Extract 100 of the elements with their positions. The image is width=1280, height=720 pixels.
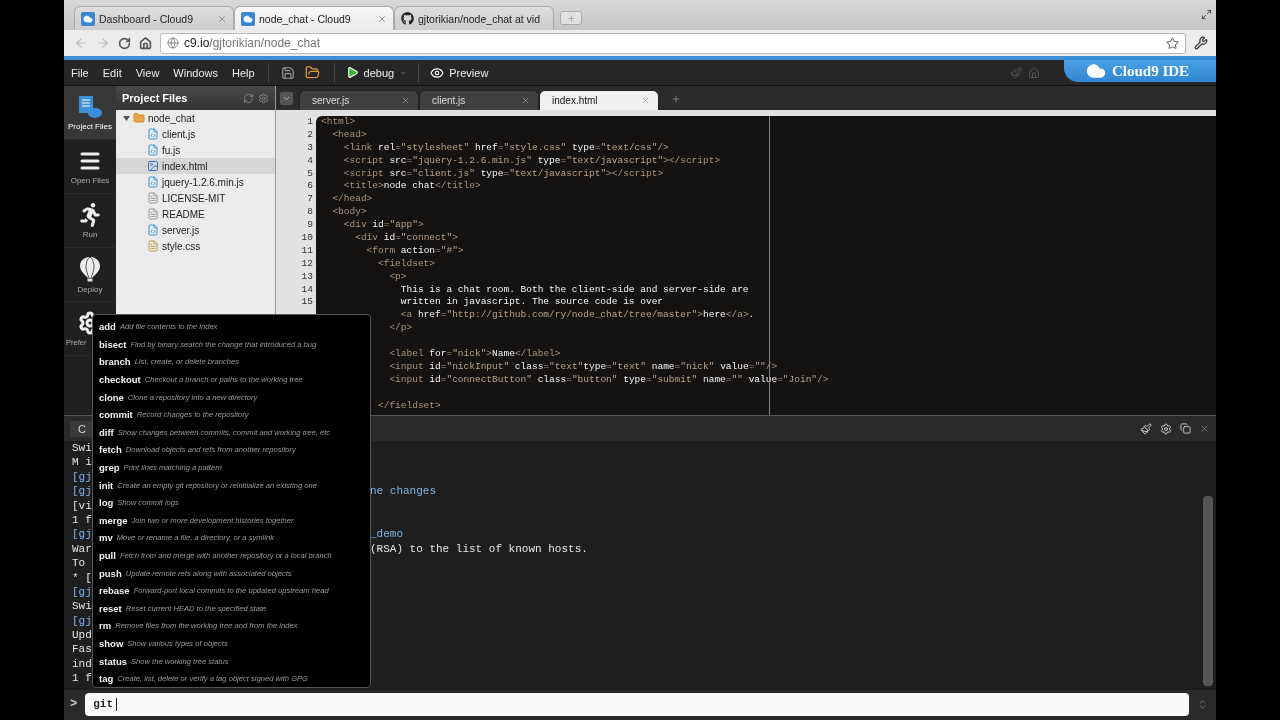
new-tab-button[interactable] <box>560 11 582 25</box>
tree-item[interactable]: index.html <box>116 158 275 174</box>
console-text: To <box>72 556 87 571</box>
expand-icon[interactable] <box>1197 698 1208 710</box>
code-line: This is a chat room. Both the client-side and server-side are <box>399 283 750 297</box>
code-line: <p> <box>388 270 408 284</box>
preview-button[interactable]: Preview <box>425 63 494 82</box>
code-file-icon <box>147 144 159 156</box>
console-text: [gj <box>72 484 92 499</box>
plus-icon <box>671 94 681 104</box>
sidebar-item[interactable]: Project Files <box>64 86 116 140</box>
window-icon[interactable] <box>1201 9 1212 20</box>
star-icon[interactable] <box>1166 36 1179 50</box>
folder-icon[interactable] <box>304 65 320 80</box>
console-text: ind <box>72 656 92 672</box>
close-icon[interactable] <box>401 96 410 105</box>
code-line: </head> <box>331 193 374 207</box>
caret-icon <box>282 94 291 103</box>
editor-tab[interactable]: index.html <box>539 90 659 110</box>
text-file-icon <box>147 192 159 204</box>
tree-item[interactable]: server.js <box>116 222 275 238</box>
cloud-icon <box>1086 61 1106 81</box>
browser-tab[interactable]: node_chat - Cloud9 <box>234 6 394 30</box>
tree-item[interactable]: style.css <box>116 238 275 254</box>
forward-icon[interactable] <box>96 36 110 50</box>
menu-item[interactable]: Windows <box>166 66 225 79</box>
scrollbar-thumb[interactable] <box>1203 496 1213 686</box>
line-number: 2 <box>307 128 313 142</box>
line-number: 10 <box>301 232 313 245</box>
globe-icon <box>167 37 179 49</box>
console-text: * [ <box>72 570 92 585</box>
menu-item[interactable]: Help <box>225 66 262 79</box>
menu-item[interactable]: View <box>128 66 167 79</box>
save-icon[interactable] <box>280 65 295 80</box>
wrench-icon[interactable] <box>1194 36 1208 50</box>
code-line: <link rel="stylesheet" href="style.css" type="text/css"/> <box>342 141 670 155</box>
brush-icon[interactable] <box>1140 422 1152 435</box>
line-number: 14 <box>301 283 313 297</box>
code-line: <title>node chat</title> <box>342 180 482 194</box>
close-icon[interactable] <box>217 13 227 24</box>
code-file-icon <box>147 224 159 236</box>
code-line: </p> <box>388 322 414 336</box>
code-line: <a href="http://github.com/ry/node_chat/tree/master">here</a>. <box>399 309 756 323</box>
line-number: 7 <box>307 193 313 207</box>
code-line: <script src="jquery-1.2.6.min.js" type="text/javascript"></script> <box>342 154 722 168</box>
tree-item[interactable]: README <box>116 206 275 222</box>
tree-item[interactable]: LICENSE-MIT <box>116 190 275 206</box>
console-text: Swi <box>72 599 92 614</box>
line-number: 3 <box>307 141 313 155</box>
console-text: (RSA) to the list of known hosts. <box>370 541 588 557</box>
editor-tab[interactable]: client.js <box>419 90 539 110</box>
debug-button[interactable]: debug <box>340 64 413 81</box>
restore-icon[interactable] <box>1180 423 1191 434</box>
tree-item[interactable]: jquery-1.2.6.min.js <box>116 174 275 190</box>
console-text: [gj <box>72 584 92 600</box>
menu-item[interactable]: Edit <box>95 66 129 79</box>
tree-item[interactable]: client.js <box>116 126 275 142</box>
console-tab[interactable]: C <box>70 420 94 437</box>
prompt-sign: > <box>70 697 78 711</box>
tree-item[interactable]: node_chat <box>116 110 275 126</box>
line-number: 6 <box>307 180 313 194</box>
code-line: <form action="#"> <box>365 244 465 258</box>
console-text: 1 f <box>72 512 92 528</box>
editor-tab[interactable]: server.js <box>299 90 419 110</box>
close-icon[interactable] <box>521 96 530 105</box>
html-file-icon <box>147 160 159 172</box>
address-field[interactable]: c9.io/gjtorikian/node_chat <box>160 32 1186 54</box>
home-icon <box>1028 66 1040 79</box>
tree-item[interactable]: fu.js <box>116 142 275 158</box>
console-text: [gj <box>72 527 92 542</box>
menu-item[interactable]: File <box>64 66 96 79</box>
brush-icon <box>1010 66 1022 79</box>
tabs-dropdown-button[interactable] <box>280 92 293 105</box>
line-number: 11 <box>301 244 313 258</box>
code-line: <head> <box>331 128 368 142</box>
code-line: <html> <box>321 116 357 129</box>
url-text: c9.io/gjtorikian/node_chat <box>184 36 321 50</box>
console-text: _demo <box>370 527 403 542</box>
code-line: <div id="app"> <box>342 219 425 232</box>
command-field[interactable]: git <box>85 692 1189 716</box>
home-icon[interactable] <box>139 36 152 50</box>
close-icon[interactable] <box>1199 423 1210 434</box>
expand-caret-icon[interactable] <box>122 114 130 122</box>
css-file-icon <box>147 240 159 252</box>
close-icon[interactable] <box>641 96 650 105</box>
code-line: <label for="nick">Name</label> <box>388 348 562 361</box>
browser-tab[interactable]: gjtorikian/node_chat at vid <box>394 6 554 30</box>
reload-icon[interactable] <box>118 36 131 50</box>
back-icon[interactable] <box>74 36 88 50</box>
settings-icon[interactable] <box>1160 422 1172 435</box>
console-text: Fas <box>72 642 92 657</box>
close-icon[interactable] <box>377 13 387 24</box>
refresh-icon[interactable] <box>243 92 254 104</box>
browser-tab[interactable]: Dashboard - Cloud9 <box>74 6 234 30</box>
console-text: Upd <box>72 628 92 643</box>
code-file-icon <box>147 128 159 140</box>
plus-icon <box>566 13 576 23</box>
code-line: <div id="connect"> <box>354 232 459 245</box>
line-number: 4 <box>307 154 313 168</box>
line-number: 8 <box>307 206 313 220</box>
